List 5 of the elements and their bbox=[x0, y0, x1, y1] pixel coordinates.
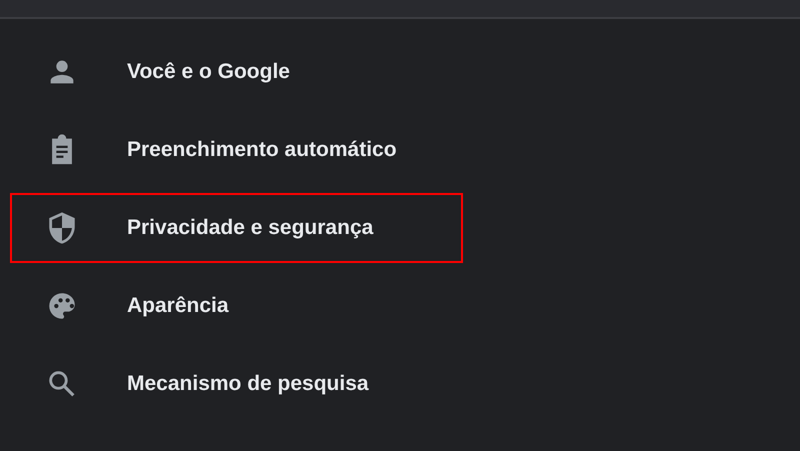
menu-item[interactable]: Privacidade e segurança bbox=[10, 193, 463, 263]
menu-item[interactable]: Você e o Google bbox=[10, 37, 463, 107]
menu-item[interactable]: Aparência bbox=[10, 271, 463, 341]
menu-item[interactable]: Mecanismo de pesquisa bbox=[10, 349, 463, 419]
menu-item[interactable]: Preenchimento automático bbox=[10, 115, 463, 185]
